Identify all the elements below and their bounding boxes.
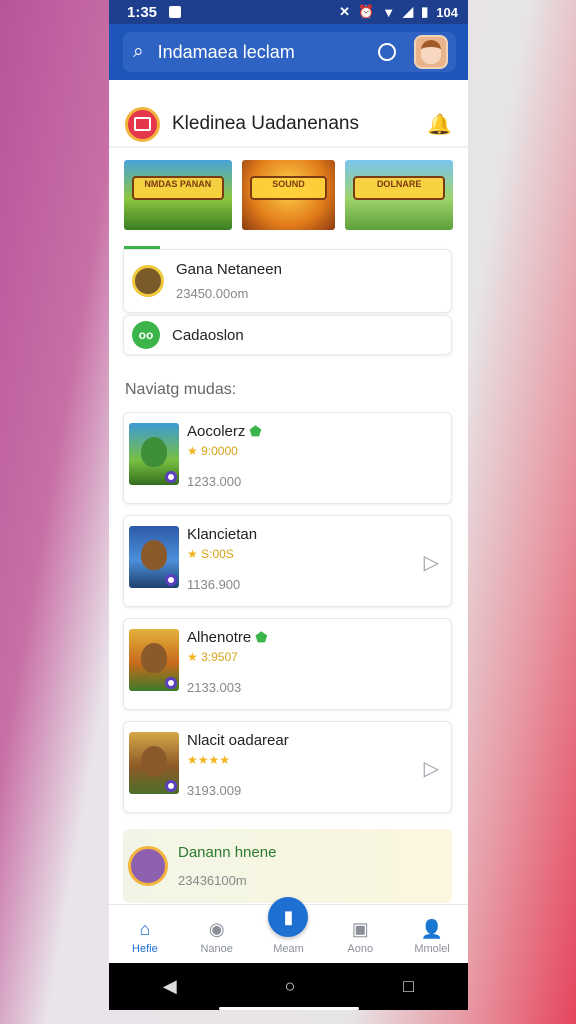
system-nav-bar: ◀ ○ □	[109, 963, 468, 1010]
game-title: Nlacit oadarear	[187, 732, 289, 749]
section-label: Naviatg mudas:	[125, 381, 237, 398]
star-icon: ★	[187, 444, 198, 458]
wifi-icon: ▼	[382, 4, 396, 20]
nav-label: Nanoe	[200, 943, 233, 955]
banner-2[interactable]: SOUND	[241, 160, 336, 230]
verified-icon: ⬟	[255, 629, 268, 645]
center-action-icon[interactable]: ▮	[268, 897, 309, 937]
summary-subtitle: 23450.00om	[176, 286, 249, 301]
list-item[interactable]: Alhenotre ⬟ ★ 3:9507 2133.003	[123, 618, 452, 710]
game-thumbnail	[129, 629, 179, 691]
game-count: 1136.900	[187, 577, 241, 592]
apps-icon: ▣	[351, 919, 369, 939]
star-icon: ★	[187, 547, 198, 561]
app-bar: ⌕ Indamaea leclam	[109, 24, 468, 80]
avatar	[132, 265, 164, 297]
promo-subtitle: 23436100m	[178, 873, 247, 888]
game-title: Alhenotre	[187, 629, 252, 646]
game-title: Aocolerz	[187, 423, 246, 440]
search-bar[interactable]: ⌕ Indamaea leclam	[123, 32, 456, 72]
game-count: 2133.003	[187, 680, 242, 695]
star-rating-icon: ★★★★	[187, 753, 231, 767]
banner-label: SOUND	[249, 176, 328, 200]
mute-icon: ✕	[339, 4, 351, 19]
phone-screen: 1:35 ✕ ⏰ ▼ ◢ ▮ 104 ⌕ Indamaea leclam Kle…	[109, 0, 468, 1010]
nav-label: Hefie	[132, 943, 158, 955]
list-item[interactable]: Aocolerz ⬟ ★ 9:0000 1233.000	[123, 412, 452, 504]
back-icon[interactable]: ◀	[163, 976, 177, 997]
nav-label: Meam	[273, 943, 304, 955]
game-count: 1233.000	[187, 474, 242, 489]
home-indicator	[219, 1007, 359, 1010]
status-time: 1:35	[127, 3, 158, 21]
star-icon: ★	[187, 650, 198, 664]
page-title: Kledinea Uadanenans	[172, 113, 359, 134]
banner-3[interactable]: DOLNARE	[345, 160, 454, 230]
nav-item-apps[interactable]: ▣ Aono	[330, 919, 390, 955]
nav-item-profile[interactable]: 👤 Mmolel	[402, 919, 462, 955]
game-thumbnail	[129, 423, 179, 485]
banner-1[interactable]: NMDAS PANAN	[124, 160, 232, 230]
home-icon: ⌂	[139, 919, 151, 939]
promo-card[interactable]: Danann hnene 23436100m	[123, 829, 452, 903]
header-row: Kledinea Uadanenans 🔔	[109, 80, 468, 146]
verified-icon: ⬟	[249, 423, 262, 439]
main-content: Kledinea Uadanenans 🔔 NMDAS PANAN SOUND …	[109, 80, 468, 904]
user-icon: 👤	[420, 919, 444, 939]
summary-title: Cadaoslon	[172, 326, 244, 344]
nav-item-home[interactable]: ⌂ Hefie	[115, 919, 175, 955]
avatar[interactable]	[414, 35, 448, 69]
battery-text: 104	[436, 4, 458, 20]
game-title: Klancietan	[187, 526, 258, 543]
app-logo	[125, 106, 160, 142]
banner-row: NMDAS PANAN SOUND DOLNARE	[109, 148, 468, 230]
bottom-nav: ⌂ Hefie ◉ Nanoe ▮ Meam ▣ Aono 👤 Mmolel	[109, 897, 468, 963]
list-item[interactable]: Klancietan ★ S:00S 1136.900 ▷	[123, 515, 452, 607]
notification-icon	[169, 6, 182, 18]
game-rating: 3:9507	[201, 650, 238, 664]
alarm-icon: ⏰	[358, 4, 375, 19]
signal-icon: ◢	[403, 4, 414, 19]
banner-label: DOLNARE	[353, 176, 446, 200]
bell-icon[interactable]: 🔔	[427, 112, 452, 137]
promo-title: Danann hnene	[178, 844, 277, 861]
avatar-face	[421, 40, 441, 64]
home-button-icon[interactable]: ○	[285, 976, 296, 997]
play-icon[interactable]: ▷	[424, 550, 439, 575]
mic-icon[interactable]	[378, 43, 396, 61]
summary-item-1[interactable]: Gana Netaneen 23450.00om	[123, 249, 452, 313]
status-bar: 1:35 ✕ ⏰ ▼ ◢ ▮ 104	[109, 0, 468, 24]
game-thumbnail	[129, 526, 179, 588]
game-count: 3193.009	[187, 783, 242, 798]
banner-label: NMDAS PANAN	[132, 176, 224, 200]
chat-icon: oo	[132, 321, 160, 349]
play-icon[interactable]: ▷	[424, 756, 439, 781]
nav-item-discover[interactable]: ◉ Nanoe	[187, 919, 247, 955]
game-rating: S:00S	[201, 547, 234, 561]
nav-item-center[interactable]: ▮ Meam	[258, 897, 318, 955]
summary-item-2[interactable]: oo Cadaoslon	[123, 315, 452, 355]
nav-label: Mmolel	[414, 943, 450, 955]
nav-label: Aono	[347, 943, 374, 955]
recents-icon[interactable]: □	[403, 976, 414, 997]
game-thumbnail	[129, 732, 179, 794]
summary-title: Gana Netaneen	[176, 261, 282, 278]
compass-icon: ◉	[208, 919, 225, 939]
list-item[interactable]: Nlacit oadarear ★★★★ 3193.009 ▷	[123, 721, 452, 813]
search-icon[interactable]: ⌕	[133, 41, 144, 63]
search-input[interactable]: Indamaea leclam	[158, 42, 378, 63]
avatar	[128, 846, 168, 886]
battery-icon: ▮	[421, 4, 429, 19]
game-rating: 9:0000	[201, 444, 238, 458]
